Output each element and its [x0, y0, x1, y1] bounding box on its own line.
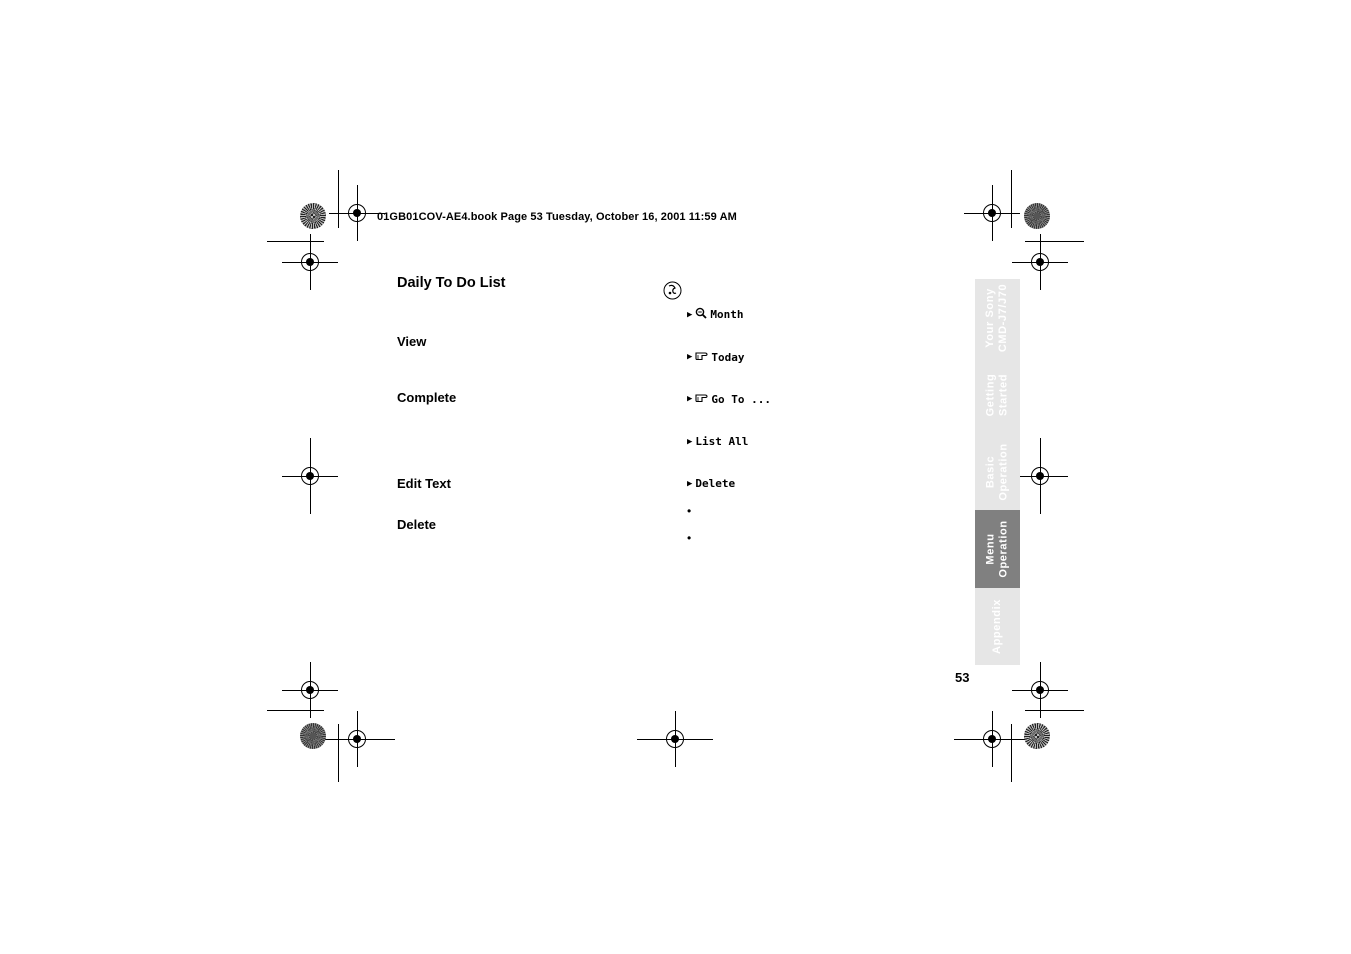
menu-item-label: Go To ... — [711, 392, 772, 406]
menu-item-month: ▶ Month — [687, 307, 744, 322]
bullet-point: • — [687, 504, 692, 518]
menu-item-label: Delete — [695, 477, 736, 490]
triangle-right-icon: ▶ — [687, 352, 693, 362]
section-view: View — [397, 334, 427, 349]
section-edit-text: Edit Text — [397, 476, 451, 491]
page-title: Daily To Do List — [397, 275, 506, 291]
tab-label: Your Sony CMD-J7/J70 — [984, 283, 1010, 352]
menu-item-delete: ▶ Delete — [687, 477, 735, 490]
bullet-point: • — [687, 531, 692, 545]
tab-your-sony: Your Sony CMD-J7/J70 — [975, 279, 1020, 356]
hand-point-icon — [695, 350, 708, 364]
phone-menu-icon — [663, 281, 682, 300]
menu-item-label: List All — [695, 435, 749, 448]
book-header: 01GB01COV-AE4.book Page 53 Tuesday, Octo… — [377, 211, 737, 223]
triangle-right-icon: ▶ — [687, 478, 693, 489]
tab-appendix: Appendix — [975, 588, 1020, 665]
menu-item-today: ▶ Today — [687, 350, 745, 364]
tab-getting-started: Getting Started — [975, 356, 1020, 433]
tab-menu-operation: Menu Operation — [975, 510, 1020, 588]
triangle-right-icon: ▶ — [687, 436, 693, 447]
page-number: 53 — [955, 670, 970, 685]
menu-item-label: Today — [711, 350, 745, 364]
triangle-right-icon: ▶ — [687, 309, 693, 320]
magnifier-icon — [695, 307, 708, 322]
hand-point-icon — [695, 392, 708, 406]
tab-basic-operation: Basic Operation — [975, 433, 1020, 510]
tab-label: Appendix — [991, 599, 1004, 654]
menu-item-list-all: ▶ List All — [687, 435, 748, 448]
tab-label: Menu Operation — [984, 520, 1010, 578]
menu-item-go-to: ▶ Go To ... — [687, 392, 771, 406]
section-delete: Delete — [397, 517, 437, 532]
section-complete: Complete — [397, 390, 457, 405]
tab-label: Basic Operation — [984, 442, 1010, 501]
menu-item-label: Month — [710, 308, 744, 321]
triangle-right-icon: ▶ — [687, 394, 693, 404]
tab-label: Getting Started — [984, 373, 1010, 416]
